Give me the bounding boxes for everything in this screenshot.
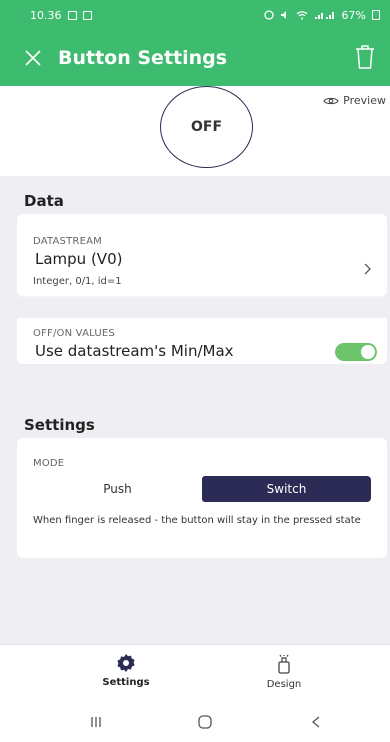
settings-section-title: Settings	[24, 416, 95, 434]
offon-value: Use datastream's Min/Max	[35, 342, 234, 360]
eye-icon	[323, 97, 339, 104]
alarm-icon	[263, 10, 274, 20]
mode-segmented-control: Push Switch	[33, 476, 371, 502]
preview-button[interactable]: Preview	[323, 94, 386, 107]
offon-caption: OFF/ON VALUES	[33, 328, 115, 339]
app-bar: Button Settings	[0, 30, 390, 86]
nav-label-settings: Settings	[102, 677, 150, 688]
back-icon	[311, 716, 320, 728]
datastream-caption: DATASTREAM	[33, 236, 102, 247]
chevron-right-icon	[364, 263, 371, 275]
mode-switch-button[interactable]: Switch	[202, 476, 371, 502]
close-button[interactable]	[8, 30, 58, 86]
datastream-card[interactable]: DATASTREAM Lampu (V0) Integer, 0/1, id=1	[17, 214, 387, 296]
offon-toggle[interactable]	[335, 343, 377, 361]
battery-icon	[372, 10, 380, 20]
widget-button-preview[interactable]: OFF	[160, 86, 253, 168]
mode-card: MODE Push Switch When finger is released…	[17, 438, 387, 558]
preview-label: Preview	[343, 94, 386, 107]
gallery-icon	[67, 10, 77, 20]
mode-push-button[interactable]: Push	[33, 476, 202, 502]
wifi-icon	[296, 11, 307, 20]
preview-area: Preview OFF	[0, 86, 390, 176]
status-bar: 10.36 67%	[0, 0, 390, 30]
toggle-knob	[361, 345, 375, 359]
data-section-title: Data	[24, 192, 64, 210]
recent-apps-icon	[91, 717, 101, 727]
notification-icon	[82, 10, 92, 20]
design-icon	[278, 654, 290, 674]
datastream-name: Lampu (V0)	[35, 250, 123, 268]
battery-percent: 67%	[341, 8, 366, 22]
trash-icon	[356, 45, 374, 69]
nav-item-settings[interactable]: Settings	[66, 653, 186, 688]
system-navigation-bar	[0, 702, 390, 742]
offon-values-row[interactable]: OFF/ON VALUES Use datastream's Min/Max	[17, 318, 387, 364]
gear-icon	[117, 654, 135, 672]
home-button[interactable]	[193, 712, 217, 732]
signal-icon	[314, 12, 334, 19]
mute-icon	[280, 11, 286, 19]
mode-caption: MODE	[33, 458, 65, 469]
recent-apps-button[interactable]	[84, 712, 108, 732]
nav-label-design: Design	[266, 679, 302, 690]
home-icon	[198, 715, 212, 729]
card-divider	[17, 296, 387, 297]
back-button[interactable]	[304, 712, 328, 732]
bottom-navigation: Settings Design	[0, 644, 390, 702]
nav-item-design[interactable]: Design	[224, 653, 344, 690]
status-time: 10.36	[30, 8, 62, 22]
datastream-meta: Integer, 0/1, id=1	[33, 276, 122, 287]
close-icon	[25, 50, 41, 66]
mode-description: When finger is released - the button wil…	[33, 515, 361, 526]
page-title: Button Settings	[58, 47, 228, 69]
delete-button[interactable]	[354, 44, 378, 72]
